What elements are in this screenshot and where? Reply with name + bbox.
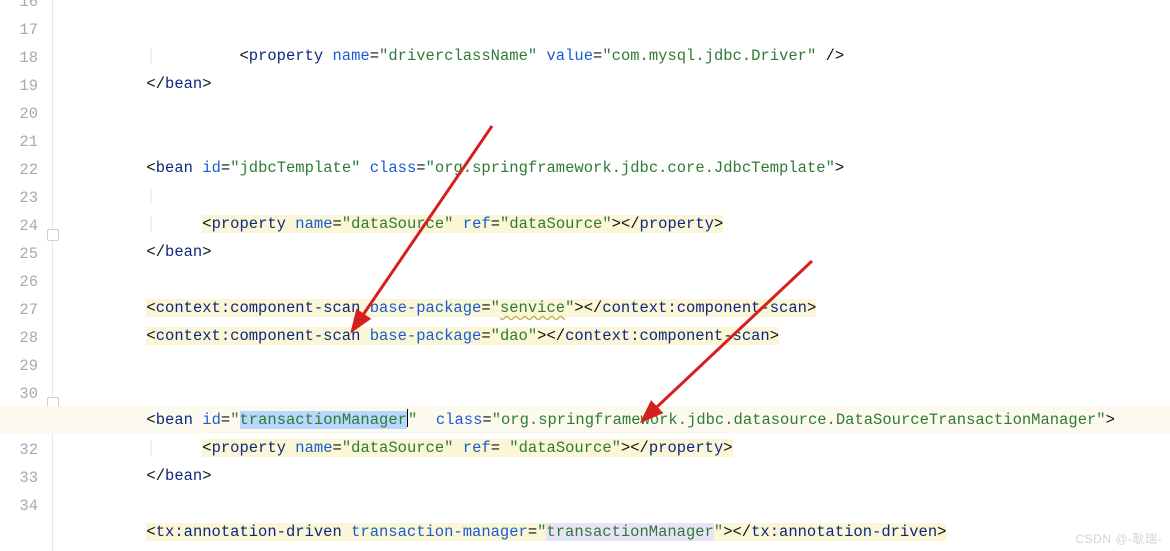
code-line[interactable]: <context:component-scan base-package="da…	[72, 322, 1170, 350]
line-number: 18	[0, 44, 46, 72]
code-line[interactable]	[72, 378, 1170, 406]
code-line[interactable]	[72, 126, 1170, 154]
line-number: 24	[0, 212, 46, 240]
code-line[interactable]: </beans>	[72, 546, 1170, 551]
line-number: 23	[0, 184, 46, 212]
line-number: 33m	[0, 464, 46, 492]
line-number: 26	[0, 268, 46, 296]
line-number: 27	[0, 296, 46, 324]
line-number: 34	[0, 492, 46, 520]
line-number: 29	[0, 352, 46, 380]
line-number: 25	[0, 240, 46, 268]
line-number: 20	[0, 100, 46, 128]
line-number: 28	[0, 324, 46, 352]
code-line[interactable]: | <property name="dataSource" ref= "data…	[72, 434, 1170, 462]
code-line[interactable]	[72, 98, 1170, 126]
code-line[interactable]: <context:component-scan base-package="se…	[72, 294, 1170, 322]
code-line[interactable]: </bean>	[72, 238, 1170, 266]
line-number: 30	[0, 380, 46, 408]
code-line[interactable]: <tx:annotation-driven transaction-manage…	[72, 518, 1170, 546]
code-line[interactable]: </bean>	[72, 462, 1170, 490]
line-number: 22	[0, 156, 46, 184]
code-line[interactable]: | <property name="dataSource" ref="dataS…	[72, 210, 1170, 238]
code-line[interactable]	[72, 490, 1170, 518]
line-number-gutter: 161718192021222324252627282930313233m34	[0, 0, 46, 551]
line-number: 32	[0, 436, 46, 464]
fold-handle-icon[interactable]	[47, 229, 59, 241]
code-line[interactable]	[72, 266, 1170, 294]
code-line[interactable]: <bean id="transactionManager" class="org…	[72, 406, 1170, 434]
line-number: 16	[0, 0, 46, 16]
watermark: CSDN @-耿瑞-	[1075, 530, 1162, 547]
code-line[interactable]: | <property name="driverclassName" value…	[72, 42, 1170, 70]
fold-column	[46, 0, 72, 551]
code-line[interactable]: |	[72, 182, 1170, 210]
code-area[interactable]: | <property name="driverclassName" value…	[72, 0, 1170, 551]
line-number: 19	[0, 72, 46, 100]
line-number: 17	[0, 16, 46, 44]
code-line[interactable]: </bean>	[72, 70, 1170, 98]
code-line[interactable]	[72, 350, 1170, 378]
line-number: 21	[0, 128, 46, 156]
code-line[interactable]: <bean id="jdbcTemplate" class="org.sprin…	[72, 154, 1170, 182]
code-editor[interactable]: 161718192021222324252627282930313233m34 …	[0, 0, 1170, 551]
